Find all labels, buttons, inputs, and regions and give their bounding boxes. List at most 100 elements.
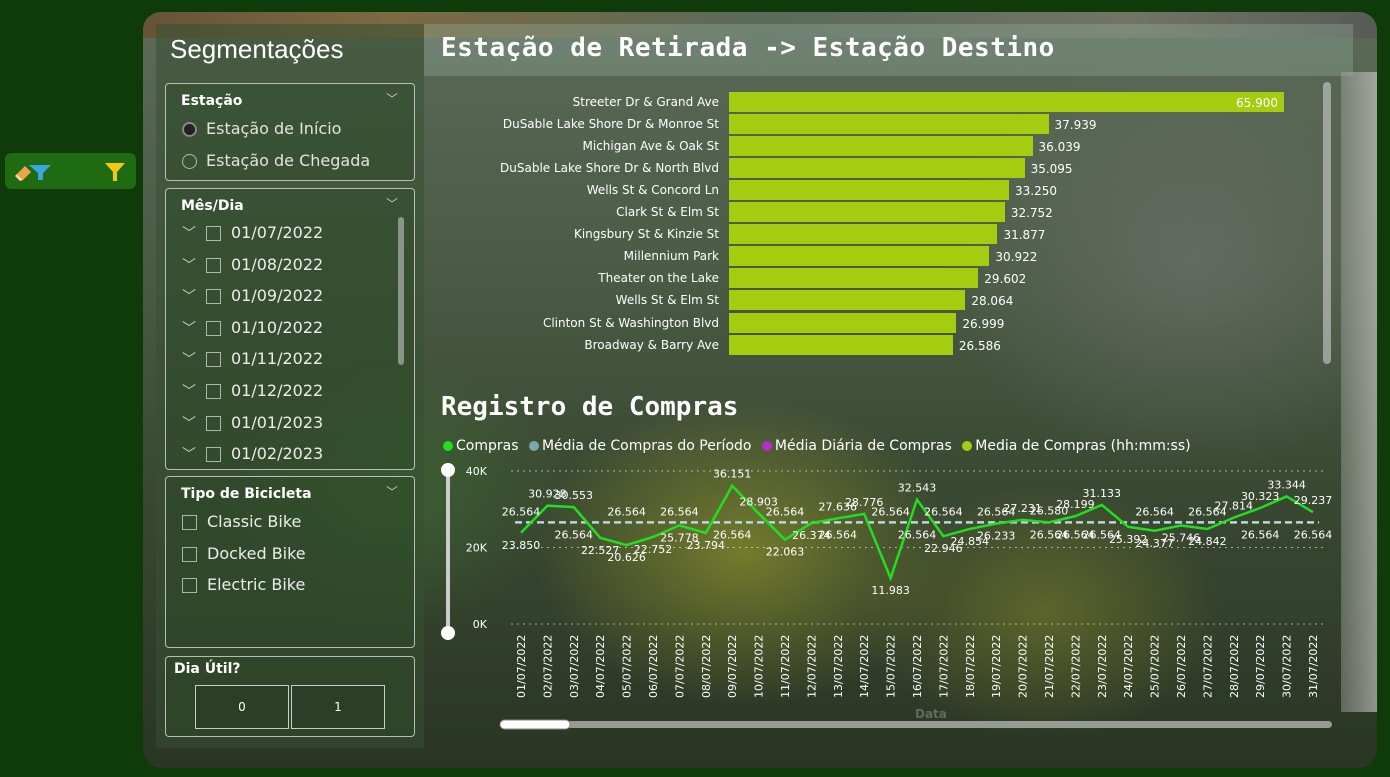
bar[interactable]	[729, 290, 966, 311]
bar[interactable]	[729, 92, 1284, 112]
x-tick-label: 01/07/2022	[515, 635, 528, 698]
eraser-filter-icon[interactable]	[15, 162, 53, 182]
expand-chevron-icon[interactable]: ﹀	[182, 255, 200, 275]
bar-category-label: Michigan Ave & Oak St	[582, 139, 719, 154]
radio-unselected-icon[interactable]	[182, 154, 197, 169]
legend-label: Media de Compras (hh:mm:ss)	[975, 438, 1191, 454]
bike-type-label: Classic Bike	[207, 512, 302, 531]
bar-category-label: Millennium Park	[623, 249, 719, 264]
funnel-icon[interactable]	[104, 161, 126, 183]
chevron-down-icon[interactable]: ﹀	[386, 195, 398, 212]
bar[interactable]	[729, 158, 1025, 179]
chevron-down-icon[interactable]: ﹀	[386, 483, 398, 500]
bar[interactable]	[729, 224, 998, 245]
legend-item-media-periodo[interactable]: Média de Compras do Período	[528, 438, 751, 454]
bar-value-label: 31.877	[1003, 228, 1046, 243]
expand-chevron-icon[interactable]: ﹀	[182, 286, 200, 306]
radio-estacao-inicio[interactable]: Estação de Início	[182, 119, 341, 138]
chevron-down-icon[interactable]: ﹀	[386, 90, 398, 107]
y-slider-handle-bottom[interactable]	[441, 626, 455, 640]
date-item[interactable]: ﹀ 01/01/2023	[182, 413, 323, 433]
date-item[interactable]: ﹀ 01/07/2022	[182, 223, 323, 243]
bar-value-label: 37.939	[1054, 118, 1097, 133]
checkbox[interactable]	[182, 515, 197, 530]
checkbox[interactable]	[206, 321, 221, 336]
x-tick-label: 20/07/2022	[1017, 635, 1030, 698]
station-chart-scrollbar[interactable]	[1323, 82, 1331, 364]
x-tick-label: 17/07/2022	[937, 635, 950, 698]
x-tick-label: 27/07/2022	[1201, 635, 1214, 698]
dia-util-button-0[interactable]: 0	[195, 685, 289, 729]
date-item[interactable]: ﹀ 01/11/2022	[182, 349, 323, 369]
bar-value-label: 65.900	[1236, 96, 1278, 110]
y-slider-handle-top[interactable]	[441, 463, 455, 477]
legend-dot-icon	[443, 441, 453, 451]
expand-chevron-icon[interactable]: ﹀	[182, 349, 200, 369]
mes-dia-slicer-title: Mês/Dia	[181, 198, 244, 214]
date-label: 01/02/2023	[231, 444, 324, 463]
date-label: 01/10/2022	[231, 318, 324, 337]
tipo-bicicleta-slicer-title: Tipo de Bicicleta	[181, 486, 312, 502]
expand-chevron-icon[interactable]: ﹀	[182, 318, 200, 338]
x-tick-label: 13/07/2022	[832, 635, 845, 698]
x-tick-label: 06/07/2022	[647, 635, 660, 698]
checkbox[interactable]	[206, 289, 221, 304]
bike-type-item[interactable]: Classic Bike	[182, 512, 301, 531]
legend-dot-icon	[528, 441, 539, 451]
filter-pane-toggle[interactable]	[5, 153, 136, 189]
x-tick-label: 07/07/2022	[673, 635, 686, 698]
bar[interactable]	[729, 246, 990, 267]
expand-chevron-icon[interactable]: ﹀	[182, 413, 200, 433]
x-tick-label: 03/07/2022	[568, 635, 581, 698]
radio-selected-icon[interactable]	[182, 122, 197, 137]
dia-util-button-1[interactable]: 1	[291, 685, 385, 729]
date-item[interactable]: ﹀ 01/09/2022	[182, 286, 323, 306]
x-tick-label: 22/07/2022	[1069, 635, 1082, 698]
legend-item-media-diaria[interactable]: Média Diária de Compras	[761, 438, 952, 454]
date-item[interactable]: ﹀ 01/10/2022	[182, 318, 323, 338]
bar[interactable]	[729, 268, 979, 289]
bike-type-item[interactable]: Docked Bike	[182, 544, 306, 563]
purchase-line-chart: 40K20K0K23.85026.56430.92830.55326.56422…	[441, 463, 1332, 730]
x-scrollbar-track[interactable]	[500, 721, 1332, 728]
x-tick-label: 24/07/2022	[1122, 635, 1135, 698]
radio-estacao-chegada[interactable]: Estação de Chegada	[182, 151, 370, 170]
purchase-chart-legend: Compras Média de Compras do Período Médi…	[443, 438, 1197, 454]
expand-chevron-icon[interactable]: ﹀	[182, 381, 200, 401]
x-tick-label: 09/07/2022	[726, 635, 739, 698]
checkbox[interactable]	[182, 547, 197, 562]
bike-type-item[interactable]: Electric Bike	[182, 575, 305, 594]
average-data-label: 26.564	[713, 528, 752, 541]
bar-value-label: 26.999	[962, 316, 1005, 331]
bar[interactable]	[729, 312, 957, 333]
legend-item-media-hhmmss[interactable]: Media de Compras (hh:mm:ss)	[962, 438, 1191, 454]
expand-chevron-icon[interactable]: ﹀	[182, 223, 200, 243]
bar[interactable]	[729, 136, 1033, 157]
checkbox[interactable]	[206, 384, 221, 399]
legend-item-compras[interactable]: Compras	[443, 438, 519, 454]
x-tick-label: 08/07/2022	[700, 635, 713, 698]
x-scrollbar-thumb[interactable]	[499, 719, 571, 730]
bar-value-label: 32.752	[1010, 206, 1053, 221]
checkbox[interactable]	[206, 447, 221, 462]
data-label: 32.543	[898, 482, 937, 495]
x-tick-label: 18/07/2022	[964, 635, 977, 698]
x-tick-label: 25/07/2022	[1149, 635, 1162, 698]
expand-chevron-icon[interactable]: ﹀	[182, 444, 200, 464]
date-item[interactable]: ﹀ 01/08/2022	[182, 255, 323, 275]
bar[interactable]	[729, 202, 1005, 223]
checkbox[interactable]	[206, 416, 221, 431]
bar[interactable]	[729, 334, 953, 355]
checkbox[interactable]	[206, 352, 221, 367]
checkbox[interactable]	[206, 258, 221, 273]
date-item[interactable]: ﹀ 01/12/2022	[182, 381, 323, 401]
slicer-scrollbar[interactable]	[398, 217, 404, 365]
date-label: 01/11/2022	[231, 349, 324, 368]
checkbox[interactable]	[182, 578, 197, 593]
tipo-bicicleta-slicer: Tipo de Bicicleta ﹀ Classic Bike Docked …	[165, 476, 415, 648]
date-item[interactable]: ﹀ 01/02/2023	[182, 444, 323, 464]
bike-type-label: Electric Bike	[207, 575, 306, 594]
bar[interactable]	[729, 114, 1049, 135]
checkbox[interactable]	[206, 226, 221, 241]
bar[interactable]	[729, 180, 1010, 201]
